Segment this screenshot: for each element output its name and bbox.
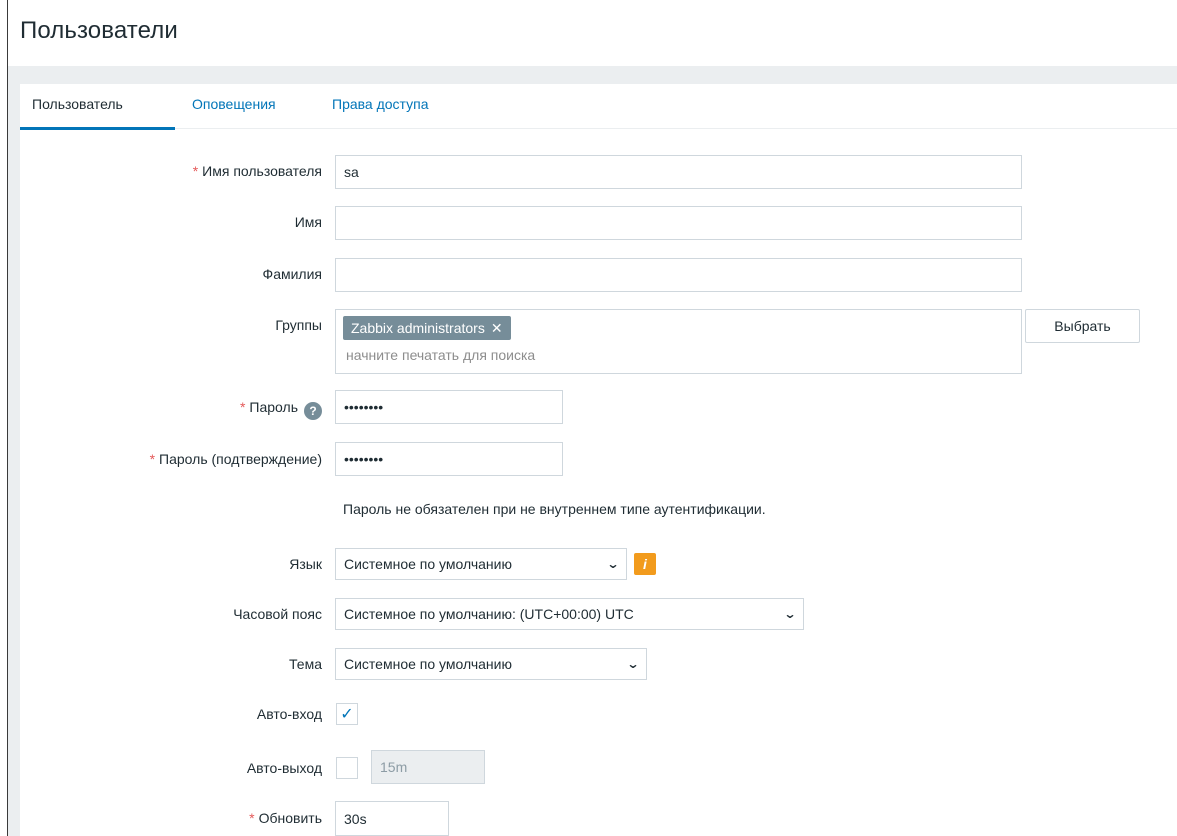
autologin-label: Авто-вход — [256, 706, 322, 722]
autologout-input[interactable]: 15m — [371, 750, 485, 784]
autologout-label: Авто-выход — [246, 760, 322, 776]
password-label: * Пароль? — [240, 399, 322, 420]
password-confirm-label: * Пароль (подтверждение) — [149, 451, 322, 467]
autologout-checkbox[interactable] — [336, 757, 358, 779]
password-input[interactable]: •••••••• — [335, 390, 563, 424]
help-icon[interactable]: ? — [304, 402, 322, 420]
group-tag-label: Zabbix administrators — [351, 320, 485, 336]
groups-label: Группы — [275, 317, 322, 333]
theme-select-value: Системное по умолчанию — [344, 656, 512, 672]
refresh-input[interactable]: 30s — [335, 801, 449, 836]
name-label: Имя — [294, 214, 322, 230]
theme-label: Тема — [289, 656, 322, 672]
name-input[interactable] — [335, 206, 1022, 240]
language-select-value: Системное по умолчанию — [344, 556, 512, 572]
password-note: Пароль не обязателен при не внутреннем т… — [343, 501, 766, 517]
username-input[interactable]: sa — [335, 155, 1022, 189]
theme-select[interactable]: Системное по умолчанию ⌄ — [335, 648, 647, 680]
username-label: * Имя пользователя — [192, 163, 322, 179]
chevron-down-icon: ⌄ — [606, 557, 620, 571]
active-tab-indicator — [20, 127, 175, 130]
refresh-label: * Обновить — [249, 810, 322, 826]
chevron-down-icon: ⌄ — [783, 607, 797, 621]
required-marker: * — [249, 810, 255, 826]
group-tag: Zabbix administrators ✕ — [343, 316, 511, 340]
password-confirm-input[interactable]: •••••••• — [335, 442, 563, 476]
page-header: Пользователи — [8, 0, 1177, 66]
info-icon[interactable]: i — [634, 553, 656, 575]
tab-permissions[interactable]: Права доступа — [332, 96, 428, 112]
page-title: Пользователи — [20, 17, 178, 44]
autologin-checkbox[interactable]: ✓ — [336, 703, 358, 725]
groups-multiselect[interactable]: Zabbix administrators ✕ начните печатать… — [335, 309, 1022, 374]
language-label: Язык — [289, 556, 322, 572]
groups-search-placeholder[interactable]: начните печатать для поиска — [346, 347, 535, 363]
header-separator — [8, 66, 1177, 84]
tab-media[interactable]: Оповещения — [192, 96, 276, 112]
required-marker: * — [239, 399, 246, 415]
timezone-label: Часовой пояс — [233, 606, 322, 622]
required-marker: * — [149, 451, 156, 467]
close-icon[interactable]: ✕ — [491, 320, 503, 337]
tab-bar: Пользователь Оповещения Права доступа — [20, 84, 1177, 129]
required-marker: * — [192, 163, 199, 179]
select-groups-button[interactable]: Выбрать — [1025, 309, 1140, 343]
checkmark-icon: ✓ — [340, 706, 354, 723]
surname-input[interactable] — [335, 258, 1022, 292]
timezone-select-value: Системное по умолчанию: (UTC+00:00) UTC — [344, 606, 634, 622]
surname-label: Фамилия — [262, 266, 322, 282]
chevron-down-icon: ⌄ — [626, 657, 640, 671]
tab-user[interactable]: Пользователь — [32, 96, 123, 112]
timezone-select[interactable]: Системное по умолчанию: (UTC+00:00) UTC … — [335, 598, 804, 630]
language-select[interactable]: Системное по умолчанию ⌄ — [335, 548, 627, 580]
